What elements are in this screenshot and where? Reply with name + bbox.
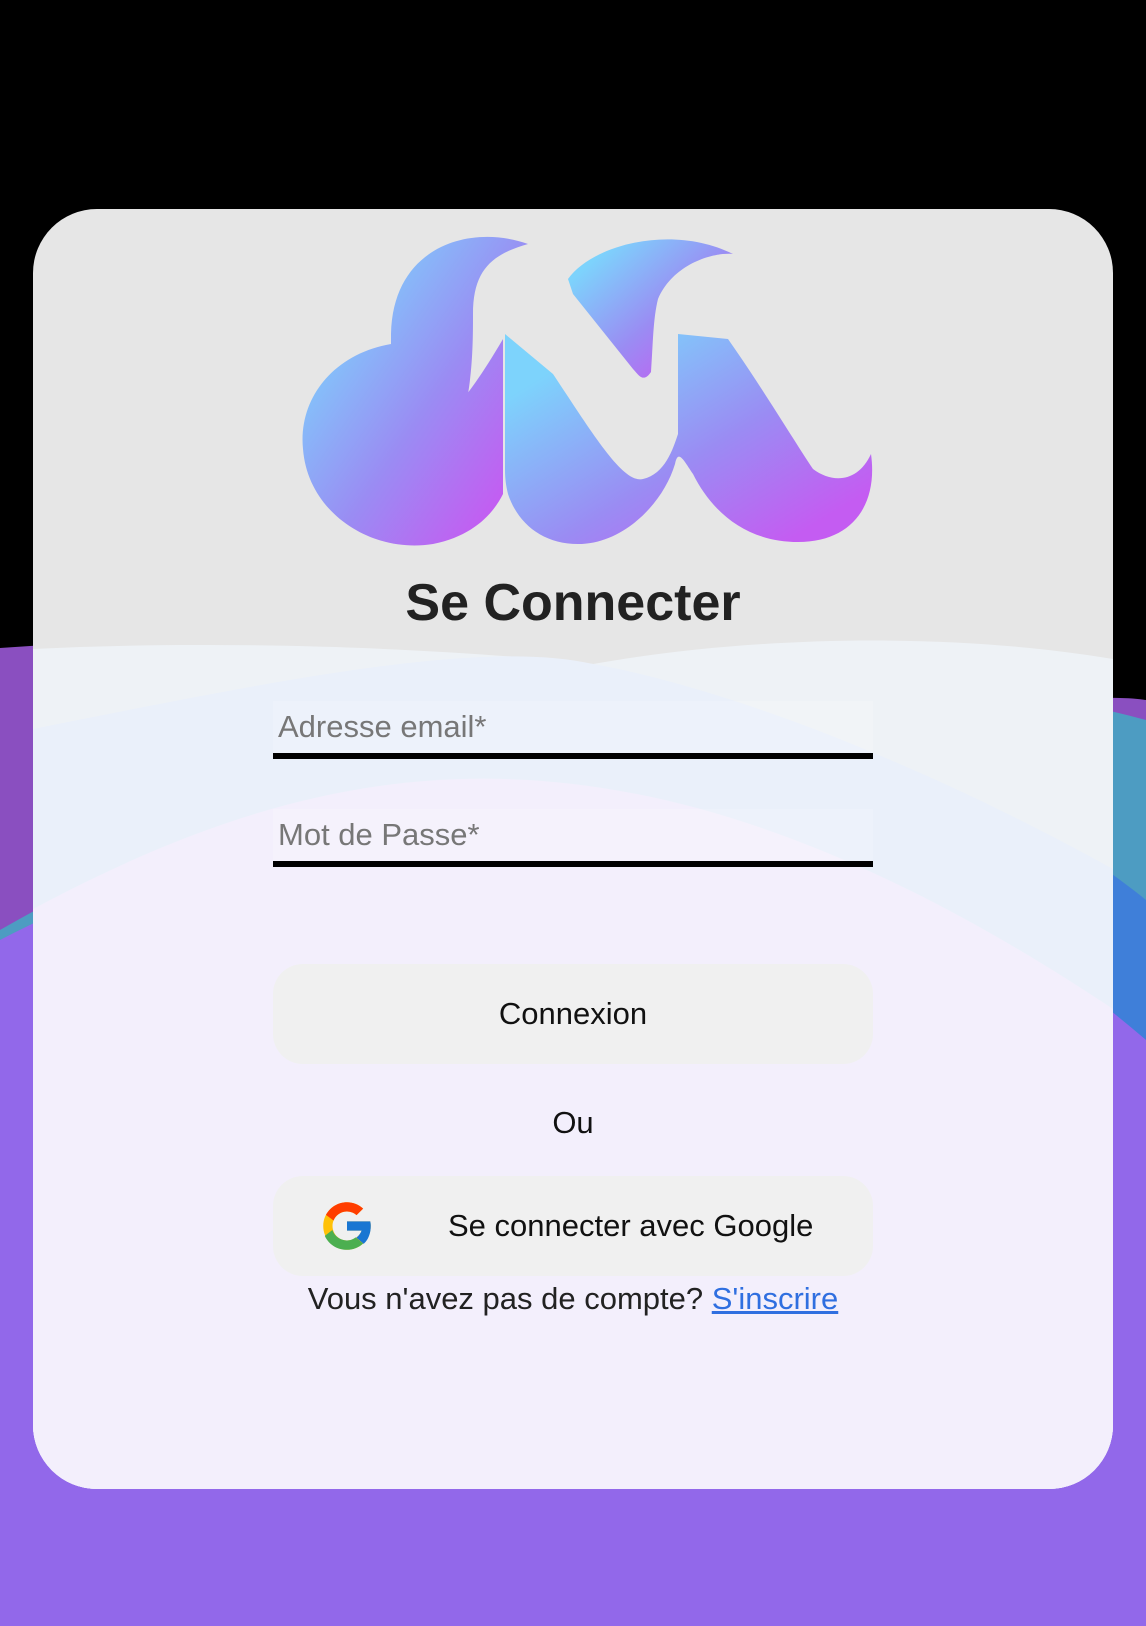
google-icon <box>323 1202 373 1250</box>
password-field[interactable] <box>273 809 873 867</box>
signup-prompt-text: Vous n'avez pas de compte? <box>307 1281 712 1316</box>
email-field[interactable] <box>273 701 873 759</box>
google-login-button[interactable]: Se connecter avec Google <box>273 1176 873 1276</box>
signup-link[interactable]: S'inscrire <box>712 1281 839 1316</box>
page-title: Se Connecter <box>405 574 741 632</box>
google-button-label: Se connecter avec Google <box>448 1208 814 1243</box>
login-card: Se Connecter Connexion Ou Se connecter a… <box>33 209 1113 1489</box>
signup-prompt: Vous n'avez pas de compte? S'inscrire <box>33 1281 1113 1317</box>
or-separator: Ou <box>552 1105 594 1140</box>
login-button[interactable]: Connexion <box>273 964 873 1064</box>
brand-logo <box>302 236 873 546</box>
